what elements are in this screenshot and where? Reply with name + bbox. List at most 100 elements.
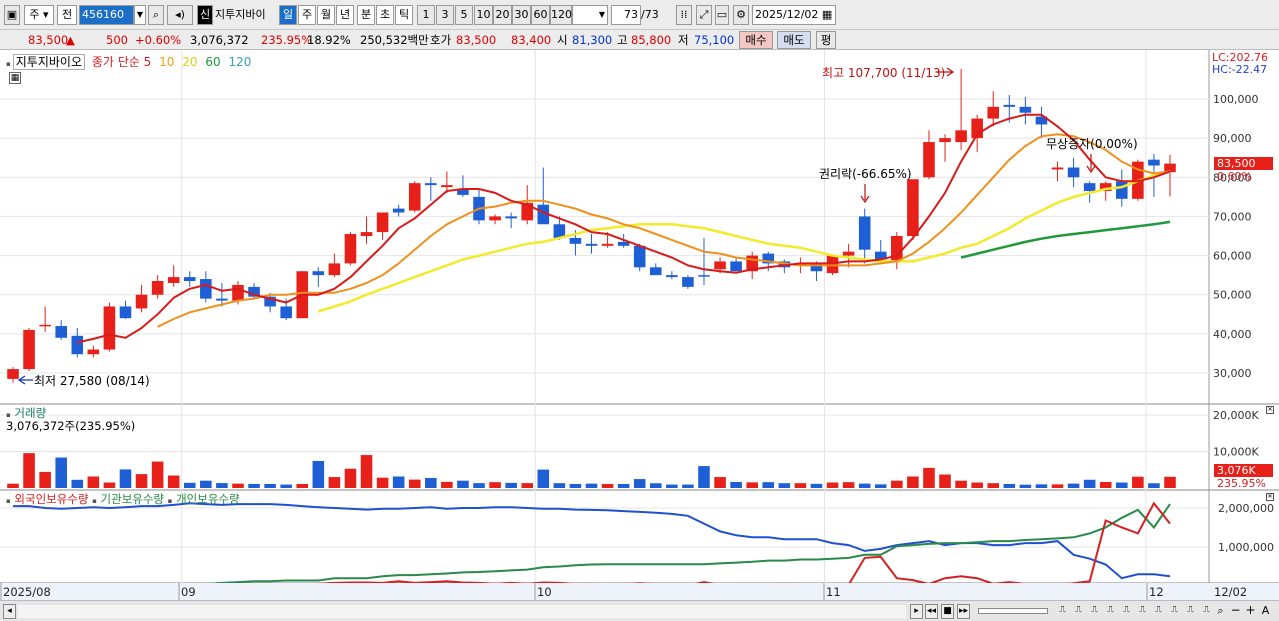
interval-20[interactable]: 20 [493,5,512,25]
chart-tool-icon-5[interactable]: ⎍ [1120,604,1133,619]
calendar-icon[interactable]: ▦ [822,8,832,21]
scroll-right-icon[interactable]: ▸ [910,604,923,619]
volume-bar [698,466,710,488]
volume-bar [425,477,437,488]
candle-body [489,216,501,221]
tab-week[interactable]: 주 [298,5,316,25]
candle-body [425,183,437,186]
candle-body [649,267,662,276]
stock-name: 지투지바이 [215,8,266,21]
market-select[interactable]: 주 ▾ [24,5,54,25]
volume-bar [842,482,855,488]
volume-bar [344,468,357,488]
low-annotation: 최저 27,580 (08/14) [34,374,150,388]
price-tick-label: 30,000 [1213,367,1252,380]
candle-body [682,277,694,287]
chart-area[interactable]: 100,000 90,000 80,000 70,000 60,000 50,000 40,… [0,50,1279,621]
scroll-left-icon[interactable]: ◂ [3,604,16,619]
speaker-icon[interactable]: ◂) [167,5,193,25]
interval-30[interactable]: 30 [512,5,531,25]
chart-tool-icon-3[interactable]: ⎍ [1088,604,1101,619]
candle-body [1051,167,1064,170]
crosshair-icon[interactable]: ⤢ [696,5,712,25]
turnover-rate: 18.92% [307,33,351,47]
chart-tool-icon-1[interactable]: ⎍ [1056,604,1069,619]
x-axis-label: 09 [181,585,196,599]
candle-body [730,261,742,272]
legend-stock-name[interactable]: 지투지바이오 [12,54,85,70]
volume-bar [826,482,839,488]
eval-button[interactable]: 평 [816,31,836,49]
volume-bar [248,483,260,488]
interval-5[interactable]: 5 [455,5,473,25]
candle-body [23,329,35,370]
volume-bar [135,474,148,488]
investor-panel-close-icon[interactable]: ✕ [1266,493,1274,501]
interval-60[interactable]: 60 [531,5,550,25]
volume-bar [232,483,244,488]
legend-ma-prefix: 종가 단순 [91,55,140,69]
stock-code-input[interactable]: 456160 [79,5,134,25]
interval-dropdown[interactable]: ▼ [572,5,608,25]
chart-tool-icon-4[interactable]: ⎍ [1104,604,1117,619]
volume-bar [987,483,1000,488]
search-icon[interactable]: ⌕ [148,5,164,25]
tab-year[interactable]: 년 [336,5,354,25]
chart-tool-icon-8[interactable]: ⎍ [1168,604,1181,619]
zoom-out-icon[interactable]: − [1229,604,1242,619]
open-price: 81,300 [572,33,613,47]
rewind-icon[interactable]: ◂◂ [925,604,938,619]
price-change: 500 [106,33,128,47]
chart-tool-icon-9[interactable]: ⎍ [1184,604,1197,619]
interval-120[interactable]: 120 [550,5,572,25]
candle-body [1083,183,1096,191]
table-icon[interactable]: ▦ [9,72,21,84]
tab-minute[interactable]: 분 [357,5,375,25]
low-label: 저 [678,33,689,47]
chart-svg[interactable]: 100,00090,00080,00070,00060,00050,00040,… [0,50,1279,600]
forward-icon[interactable]: ▸▸ [957,604,970,619]
zoom-slider[interactable] [978,608,1048,614]
chart-tool-icon-10[interactable]: ⎍ [1200,604,1213,619]
candle-body [601,243,614,246]
chart-tool-icon-7[interactable]: ⎍ [1152,604,1165,619]
buy-button[interactable]: 매수 [739,31,773,49]
gear-icon[interactable]: ⚙ [733,5,749,25]
count-input[interactable]: 73 [611,5,641,25]
candle-body [183,277,196,282]
scope-select[interactable]: 전 [57,5,77,25]
interval-1[interactable]: 1 [417,5,435,25]
volume-panel-close-icon[interactable]: ✕ [1266,406,1274,414]
scroll-track[interactable] [18,605,906,618]
window-menu-icon[interactable]: ▣ [4,5,20,25]
volume-bar [891,480,903,488]
volume-pct-badge: 235.95% [1217,477,1266,490]
interval-10[interactable]: 10 [474,5,493,25]
candle-body [569,237,582,244]
volume-bar [955,480,967,488]
grid-icon[interactable]: ⁞⁞ [676,5,692,25]
stop-icon[interactable]: ■ [941,604,954,619]
volume-bar [1164,476,1176,488]
tab-tick[interactable]: 틱 [395,5,413,25]
trade-amount: 250,532백만 [360,33,429,47]
zoom-in-icon[interactable]: + [1244,604,1257,619]
chart-tool-icon-6[interactable]: ⎍ [1136,604,1149,619]
candle-body [200,279,212,299]
reset-icon[interactable]: A [1259,604,1272,619]
chart-tool-icon-2[interactable]: ⎍ [1072,604,1085,619]
tab-second[interactable]: 초 [376,5,394,25]
tab-month[interactable]: 월 [317,5,335,25]
volume-bar [778,483,791,488]
volume-bar [103,482,116,488]
volume-bar [119,469,132,488]
tab-day[interactable]: 일 [279,5,297,25]
date-input[interactable]: 2025/12/02 ▦ [752,5,836,25]
save-icon[interactable]: ▭ [715,5,729,25]
code-dropdown-icon[interactable]: ▼ [134,5,146,25]
interval-3[interactable]: 3 [436,5,454,25]
zoom-search-icon[interactable]: ⌕ [1214,604,1227,619]
sell-button[interactable]: 매도 [777,31,811,49]
volume-bar [858,483,871,488]
current-price: 83,500 [28,33,69,47]
